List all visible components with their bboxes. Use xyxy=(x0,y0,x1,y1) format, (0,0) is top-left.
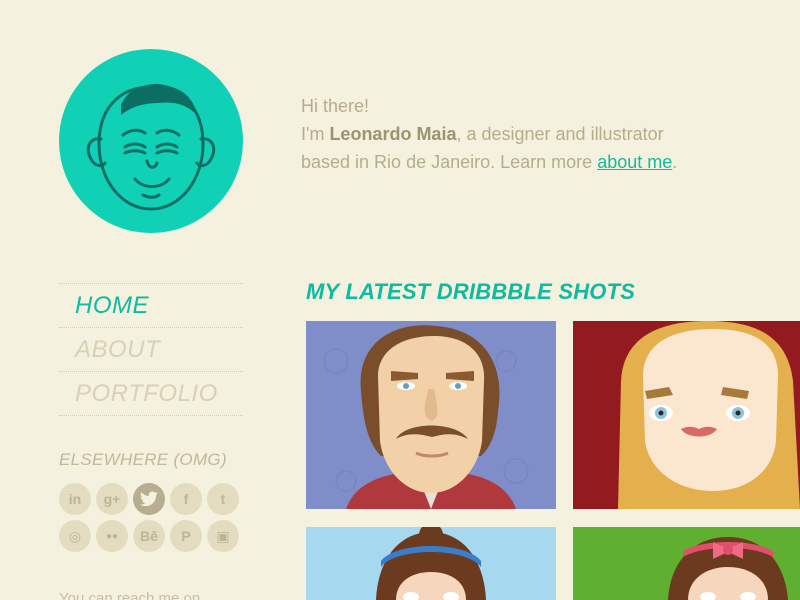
dribbble-icon[interactable]: ◎ xyxy=(59,520,91,552)
dribbble-shot-2[interactable] xyxy=(573,321,800,509)
author-name: Leonardo Maia xyxy=(329,124,457,144)
nav-item-home[interactable]: HOME xyxy=(59,283,243,327)
elsewhere-heading: ELSEWHERE (OMG) xyxy=(59,450,227,469)
social-links: in g+ f t ◎ ●● Bē P ▣ xyxy=(59,483,249,552)
dribbble-shot-3[interactable] xyxy=(306,527,556,600)
shot-illustration xyxy=(306,321,556,509)
behance-icon[interactable]: Bē xyxy=(133,520,165,552)
nav-item-portfolio[interactable]: PORTFOLIO xyxy=(59,371,243,415)
shots-title: MY LATEST DRIBBBLE SHOTS xyxy=(306,279,636,304)
twitter-bird-icon xyxy=(140,491,158,507)
shot-illustration xyxy=(306,527,556,600)
intro-desc2: based in Rio de Janeiro. Learn more xyxy=(301,152,598,172)
intro-text: Hi there! I'm Leonardo Maia, a designer … xyxy=(301,92,741,176)
twitter-icon[interactable] xyxy=(133,483,165,515)
tumblr-icon[interactable]: t xyxy=(207,483,239,515)
shot-illustration xyxy=(573,527,800,600)
intro-line: I'm Leonardo Maia, a designer and illust… xyxy=(301,120,741,148)
pinterest-icon[interactable]: P xyxy=(170,520,202,552)
main-nav: HOME ABOUT PORTFOLIO xyxy=(59,283,243,416)
dribbble-shot-4[interactable] xyxy=(573,527,800,600)
page: Hi there! I'm Leonardo Maia, a designer … xyxy=(0,0,800,600)
intro-desc1: , a designer and illustrator xyxy=(456,124,664,144)
nav-item-about[interactable]: ABOUT xyxy=(59,327,243,371)
avatar-face-icon xyxy=(86,83,216,211)
dribbble-shot-1[interactable] xyxy=(306,321,556,509)
intro-line-2: based in Rio de Janeiro. Learn more abou… xyxy=(301,148,741,176)
googleplus-icon[interactable]: g+ xyxy=(96,483,128,515)
reach-text: You can reach me on xyxy=(59,590,201,600)
intro-period: . xyxy=(672,152,678,172)
flickr-icon[interactable]: ●● xyxy=(96,520,128,552)
intro-im: I'm xyxy=(301,124,330,144)
nav-divider xyxy=(59,415,243,416)
about-me-link[interactable]: about me xyxy=(597,152,672,172)
greeting: Hi there! xyxy=(301,96,370,116)
instagram-icon[interactable]: ▣ xyxy=(207,520,239,552)
facebook-icon[interactable]: f xyxy=(170,483,202,515)
linkedin-icon[interactable]: in xyxy=(59,483,91,515)
shot-illustration xyxy=(573,321,800,509)
avatar xyxy=(59,49,243,233)
